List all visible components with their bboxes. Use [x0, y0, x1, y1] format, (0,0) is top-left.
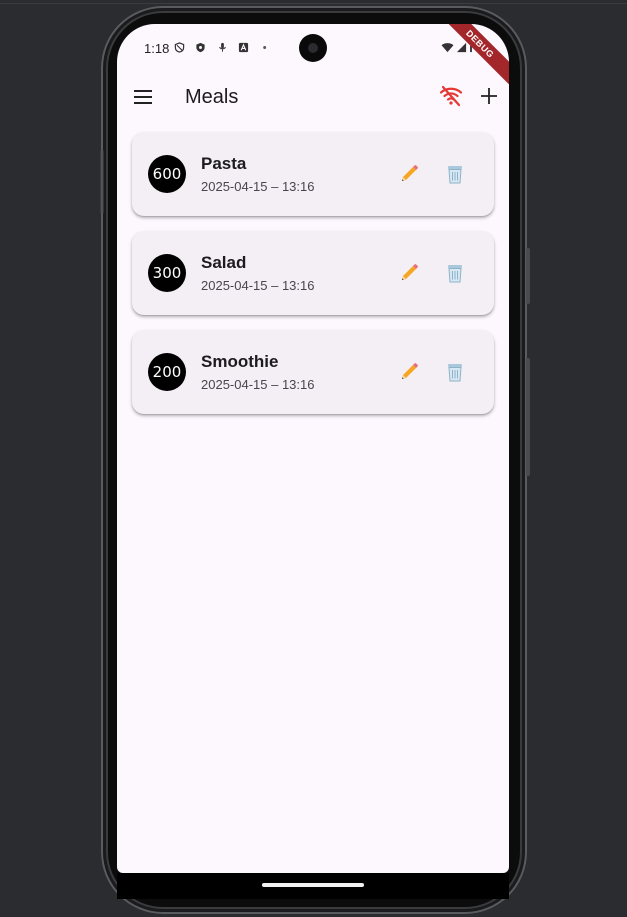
microphone-icon — [219, 42, 226, 52]
shield-outline-icon — [174, 42, 185, 53]
edit-meal-button[interactable] — [398, 262, 420, 284]
wifi-icon — [441, 43, 454, 53]
delete-meal-button[interactable] — [445, 262, 465, 284]
trash-can-icon — [448, 364, 462, 382]
status-time: 1:18 — [144, 41, 170, 56]
shield-lock-icon — [196, 42, 205, 53]
meal-datetime: 2025-04-15 – 13:16 — [201, 278, 315, 293]
wifi-off-icon[interactable] — [439, 84, 463, 108]
meal-name: Smoothie — [201, 352, 279, 371]
menu-icon[interactable] — [132, 86, 154, 108]
font-a-icon — [238, 42, 249, 53]
power-button — [526, 358, 530, 476]
home-gesture-bar[interactable] — [262, 883, 364, 887]
meal-datetime: 2025-04-15 – 13:16 — [201, 377, 315, 392]
status-bar: 1:18 DEBUG — [117, 24, 509, 89]
signal-icon — [456, 42, 467, 53]
meal-name: Pasta — [201, 154, 247, 173]
calories-avatar: 200 — [148, 353, 186, 391]
page-title: Meals — [185, 86, 239, 108]
delete-meal-button[interactable] — [445, 361, 465, 383]
edit-meal-button[interactable] — [398, 361, 420, 383]
front-camera — [299, 34, 327, 62]
side-rim — [100, 150, 104, 214]
pencil-icon — [402, 363, 418, 379]
meal-name: Salad — [201, 253, 247, 272]
plus-icon — [481, 88, 497, 104]
window-top-divider — [0, 3, 627, 4]
trash-can-icon — [448, 265, 462, 283]
app-bar: Meals — [117, 76, 509, 120]
pencil-icon — [402, 165, 418, 181]
meal-list: 600 Pasta 2025-04-15 – 13:16 300 Salad 2… — [132, 132, 494, 429]
meal-card[interactable]: 300 Salad 2025-04-15 – 13:16 — [132, 231, 494, 315]
calories-avatar: 300 — [148, 254, 186, 292]
trash-can-icon — [448, 166, 462, 184]
delete-meal-button[interactable] — [445, 163, 465, 185]
edit-meal-button[interactable] — [398, 163, 420, 185]
meal-card[interactable]: 600 Pasta 2025-04-15 – 13:16 — [132, 132, 494, 216]
app-screen: 1:18 DEBUG Meals 600 Pasta 2025-04-15 – … — [117, 24, 509, 873]
meal-datetime: 2025-04-15 – 13:16 — [201, 179, 315, 194]
notification-dot-icon — [263, 46, 267, 49]
volume-button — [526, 248, 530, 304]
pencil-icon — [402, 264, 418, 280]
calories-avatar: 600 — [148, 155, 186, 193]
add-meal-button[interactable] — [476, 82, 502, 108]
meal-card[interactable]: 200 Smoothie 2025-04-15 – 13:16 — [132, 330, 494, 414]
